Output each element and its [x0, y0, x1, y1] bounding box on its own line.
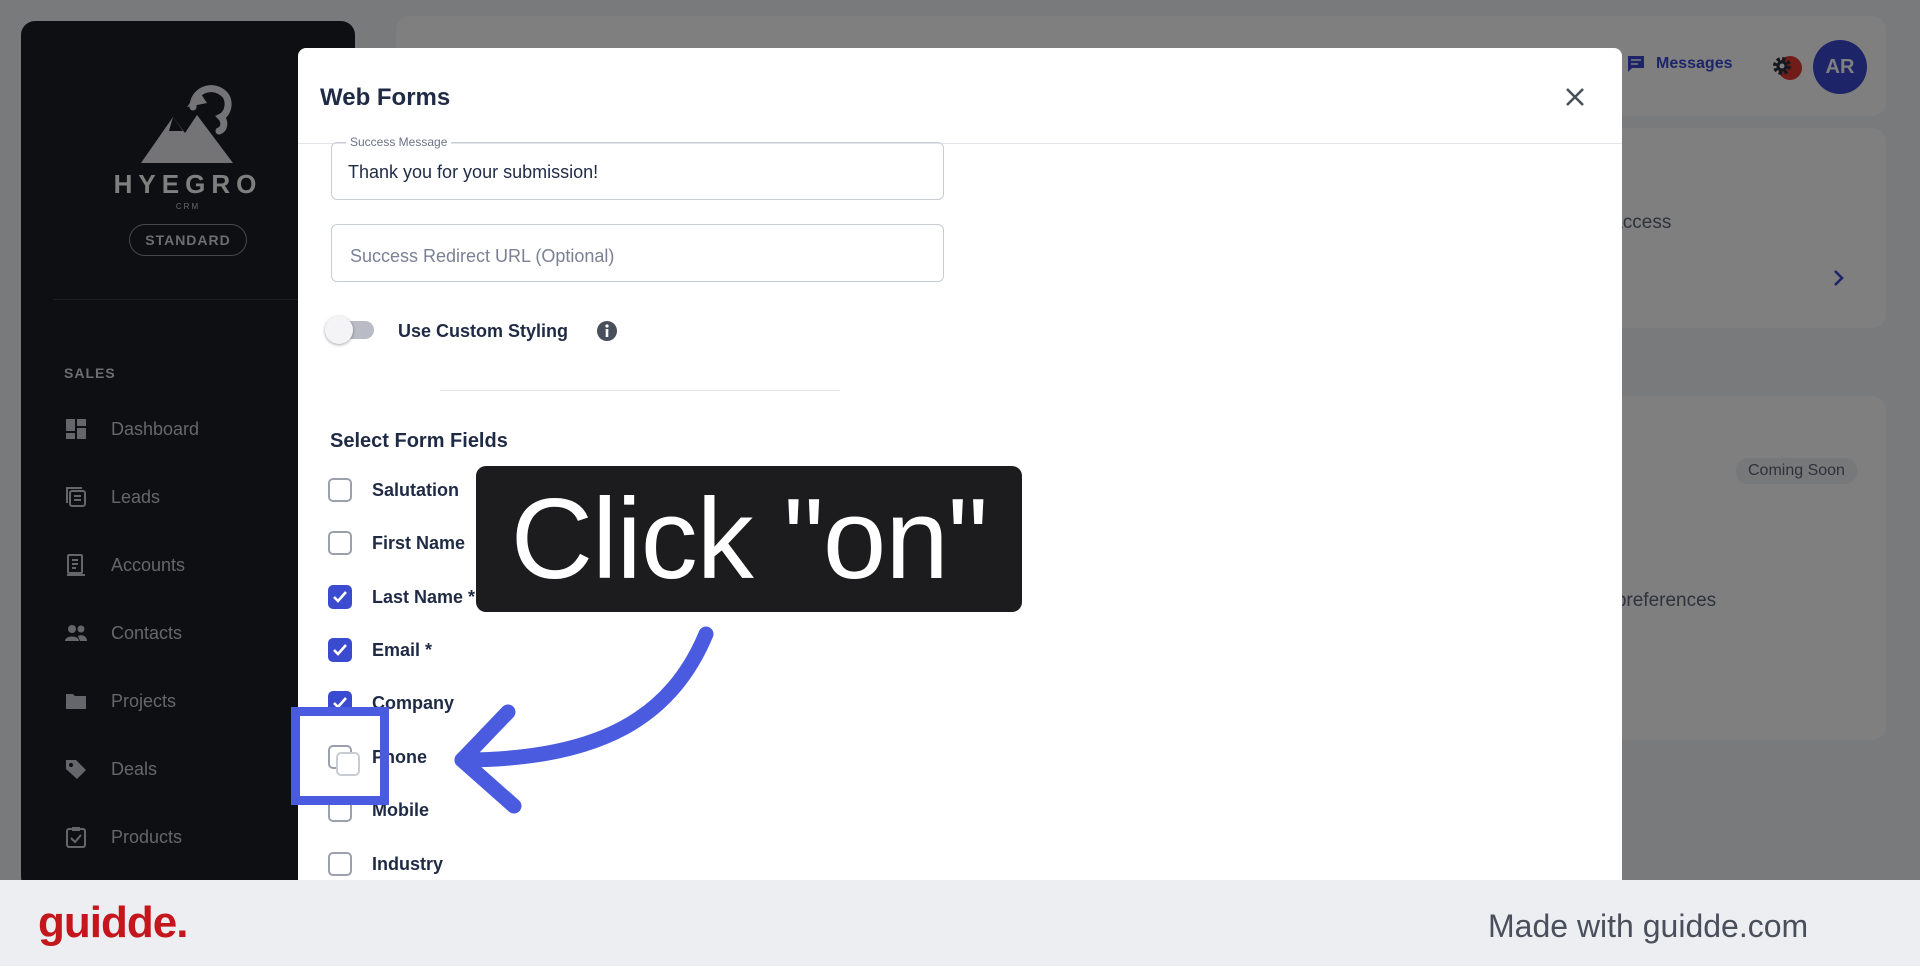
made-with-text: Made with guidde.com: [1488, 908, 1809, 944]
curved-arrow-icon: [454, 626, 714, 814]
phone-checkbox-highlighted[interactable]: [336, 752, 360, 776]
click-target-highlight[interactable]: [291, 707, 389, 805]
footer-bar: guidde. Made with guidde.com: [0, 880, 1920, 966]
guidde-logo[interactable]: guidde.: [38, 898, 188, 948]
